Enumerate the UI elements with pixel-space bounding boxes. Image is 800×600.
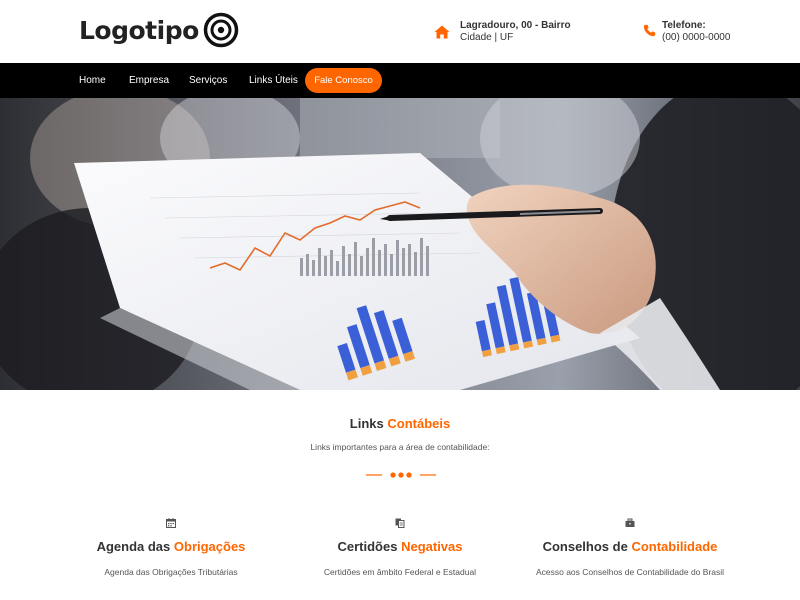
phone-label: Telefone:: [662, 20, 706, 31]
documents-icon: [395, 518, 405, 528]
home-icon: [434, 25, 450, 39]
certidoes-title-highlight: Negativas: [401, 539, 463, 554]
nav-empresa[interactable]: Empresa: [129, 63, 169, 98]
logo-text: Logotipo: [79, 15, 199, 45]
address-block: Lagradouro, 00 - Bairro Cidade | UF: [434, 20, 571, 44]
phone-icon: [643, 24, 656, 37]
address-line-1: Lagradouro, 00 - Bairro: [460, 20, 571, 31]
agenda-title: Agenda das Obrigações: [41, 539, 301, 554]
certidoes-card[interactable]: Certidões Negativas Certidões em âmbito …: [270, 518, 530, 577]
logo[interactable]: Logotipo: [79, 12, 239, 48]
section-title-highlight: Contábeis: [387, 416, 451, 431]
agenda-card[interactable]: Agenda das Obrigações Agenda das Obrigaç…: [41, 518, 301, 577]
section-title: Links Contábeis: [0, 416, 800, 431]
hero-banner: [0, 98, 800, 390]
hero-image: [0, 98, 800, 390]
certidoes-title: Certidões Negativas: [270, 539, 530, 554]
section-subtitle: Links importantes para a área de contabi…: [310, 442, 490, 452]
contact-button[interactable]: Fale Conosco: [305, 68, 382, 93]
phone-number[interactable]: (00) 0000-0000: [662, 32, 730, 44]
nav-home[interactable]: Home: [79, 63, 106, 98]
address-line-2: Cidade | UF: [460, 32, 514, 43]
agenda-title-highlight: Obrigações: [173, 539, 246, 554]
conselhos-card[interactable]: Conselhos de Contabilidade Acesso aos Co…: [500, 518, 760, 577]
conselhos-description: Acesso aos Conselhos de Contabilidade do…: [535, 567, 725, 577]
calendar-icon: [166, 518, 176, 528]
agenda-description: Agenda das Obrigações Tributárias: [104, 567, 238, 577]
conselhos-title-highlight: Contabilidade: [631, 539, 718, 554]
nav-links-uteis[interactable]: Links Úteis: [249, 63, 298, 98]
nav-servicos[interactable]: Serviços: [189, 63, 227, 98]
site-header: Logotipo Lagradouro, 00 - Bairro Cidade …: [0, 0, 800, 63]
agenda-title-plain: Agenda das: [96, 539, 171, 554]
certidoes-description: Certidões em âmbito Federal e Estadual: [323, 567, 477, 577]
section-title-plain: Links: [349, 416, 384, 431]
phone-block: Telefone: (00) 0000-0000: [643, 20, 730, 44]
certidoes-title-plain: Certidões: [337, 539, 398, 554]
briefcase-icon: [625, 518, 635, 527]
section-divider: [366, 472, 436, 478]
target-icon: [203, 12, 239, 48]
main-nav: Home Empresa Serviços Links Úteis Fale C…: [0, 63, 800, 98]
conselhos-title-plain: Conselhos de: [542, 539, 628, 554]
conselhos-title: Conselhos de Contabilidade: [500, 539, 760, 554]
